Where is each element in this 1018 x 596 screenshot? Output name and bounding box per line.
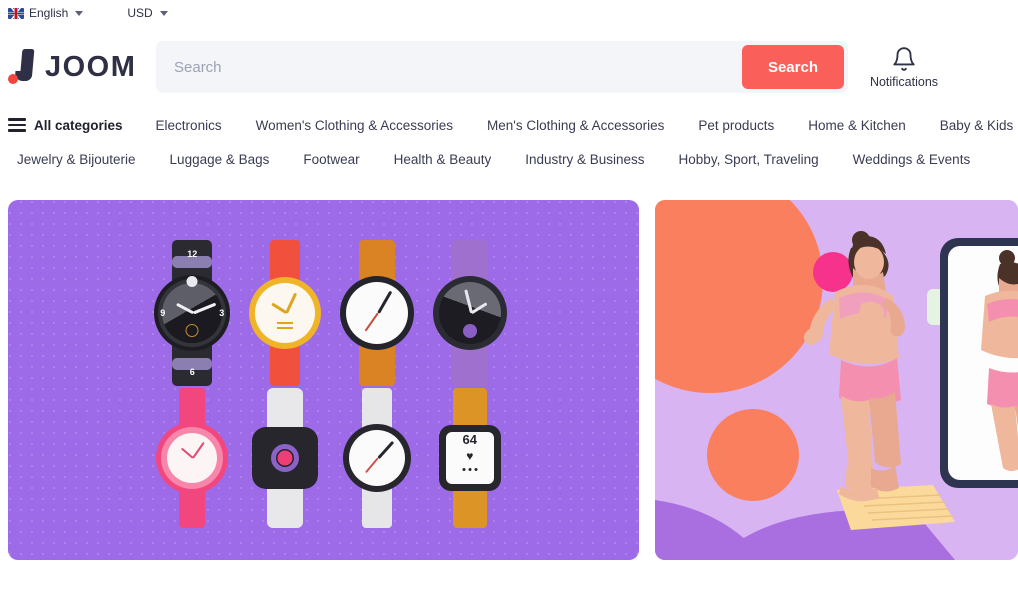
white-steel-watch	[337, 388, 417, 528]
all-categories-label: All categories	[34, 117, 123, 133]
currency-label: USD	[127, 6, 153, 20]
joom-logo[interactable]: JOOM	[8, 49, 156, 85]
nav-item-weddings-events[interactable]: Weddings & Events	[836, 152, 988, 167]
pink-analog-watch	[151, 388, 233, 528]
chevron-down-icon	[75, 10, 84, 16]
joom-logo-mark-icon	[8, 49, 35, 85]
language-selector[interactable]: English	[8, 6, 84, 20]
gold-classic-watch	[244, 240, 326, 386]
fitness-banner[interactable]	[655, 200, 1018, 560]
search-bar: Search	[156, 41, 848, 93]
watch-numeral-12: 12	[187, 249, 198, 259]
nav-item-luggage-bags[interactable]: Luggage & Bags	[153, 152, 287, 167]
notifications-label: Notifications	[869, 74, 939, 89]
category-nav-row-2: Jewelry & Bijouterie Luggage & Bags Foot…	[0, 142, 1018, 176]
promo-banner-carousel: 12 3 6 9 64 ♥	[0, 200, 1018, 560]
heart-icon: ♥	[466, 449, 474, 463]
orange-circle-small	[707, 409, 799, 501]
nav-item-health-beauty[interactable]: Health & Beauty	[377, 152, 509, 167]
nav-item-jewelry[interactable]: Jewelry & Bijouterie	[0, 152, 153, 167]
nav-item-home-kitchen[interactable]: Home & Kitchen	[791, 118, 923, 133]
currency-selector[interactable]: USD	[127, 6, 168, 20]
nav-item-hobby-sport-traveling[interactable]: Hobby, Sport, Traveling	[662, 152, 836, 167]
watch-numeral-3: 3	[219, 308, 225, 318]
nav-item-womens-clothing[interactable]: Women's Clothing & Accessories	[239, 118, 470, 133]
top-utility-bar: English USD	[0, 0, 1018, 26]
search-button[interactable]: Search	[741, 45, 844, 89]
fitness-mirror-illustration	[655, 200, 1018, 560]
watch-collection-illustration: 12 3 6 9 64 ♥	[146, 238, 516, 528]
watches-banner[interactable]: 12 3 6 9 64 ♥	[8, 200, 639, 560]
brown-leather-watch	[335, 240, 419, 386]
nav-item-pet-products[interactable]: Pet products	[681, 118, 791, 133]
nav-item-footwear[interactable]: Footwear	[286, 152, 376, 167]
heart-rate-value: 64	[462, 432, 477, 447]
nav-item-electronics[interactable]: Electronics	[139, 118, 239, 133]
notifications-button[interactable]: Notifications	[866, 46, 942, 89]
fitness-tracker-watch: 64 ♥	[430, 388, 510, 528]
nav-item-industry-business[interactable]: Industry & Business	[508, 152, 661, 167]
all-categories-button[interactable]: All categories	[8, 118, 139, 133]
watch-numeral-6: 6	[189, 367, 195, 377]
black-sport-watch: 12 3 6 9	[149, 240, 235, 386]
chevron-down-icon	[159, 10, 168, 16]
hamburger-menu-icon	[8, 118, 26, 132]
search-input[interactable]	[156, 41, 742, 93]
site-header: JOOM Search Notifications	[0, 26, 1018, 108]
uk-flag-icon	[8, 7, 24, 19]
nav-item-mens-clothing[interactable]: Men's Clothing & Accessories	[470, 118, 681, 133]
watch-numeral-9: 9	[160, 308, 166, 318]
category-navigation: All categories Electronics Women's Cloth…	[0, 108, 1018, 176]
pink-circle	[813, 252, 853, 292]
category-nav-row-1: All categories Electronics Women's Cloth…	[0, 108, 1018, 142]
sun-subdial-icon	[186, 276, 198, 287]
joom-logo-text: JOOM	[45, 50, 137, 83]
nav-item-baby-kids[interactable]: Baby & Kids	[923, 118, 1018, 133]
black-smartwatch	[245, 388, 325, 528]
purple-chronograph-watch	[428, 240, 512, 386]
language-label: English	[29, 6, 69, 20]
bell-icon	[893, 46, 915, 71]
